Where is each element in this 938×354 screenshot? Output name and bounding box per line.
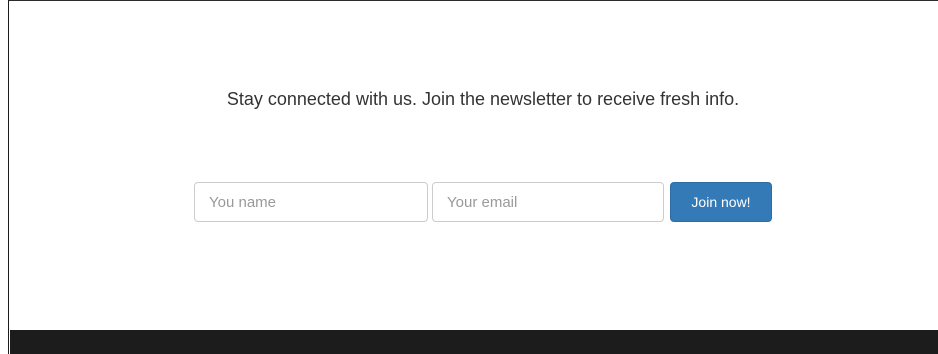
footer-bar bbox=[10, 330, 938, 354]
newsletter-section: Stay connected with us. Join the newslet… bbox=[10, 1, 938, 330]
email-input[interactable] bbox=[432, 182, 664, 222]
newsletter-tagline: Stay connected with us. Join the newslet… bbox=[226, 89, 740, 109]
join-now-button[interactable]: Join now! bbox=[670, 182, 772, 222]
name-input[interactable] bbox=[194, 182, 428, 222]
left-edge bbox=[0, 0, 9, 354]
